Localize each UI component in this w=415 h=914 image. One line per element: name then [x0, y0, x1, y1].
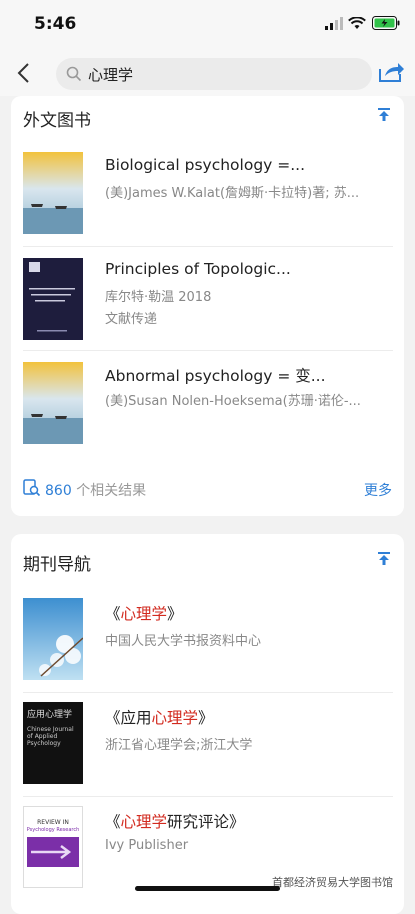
book-access: 文献传递 — [105, 312, 158, 327]
book-title: Principles of Topologic... — [105, 260, 291, 278]
journal-publisher: 中国人民大学书报资料中心 — [105, 634, 262, 649]
book-cover — [23, 362, 83, 444]
journal-item[interactable]: 《心理学》 中国人民大学书报资料中心 — [23, 588, 393, 693]
foreign-books-card: 外文图书 Biological psychology =... (美)James… — [11, 96, 404, 516]
result-count: 860 个相关结果 — [45, 480, 146, 500]
share-icon[interactable] — [377, 60, 405, 84]
arrow-pattern-icon — [31, 845, 72, 859]
section-title: 期刊导航 — [23, 555, 91, 575]
scroll-top-icon[interactable] — [378, 552, 390, 566]
journal-item[interactable]: 应用心理学 Chinese Journal of Applied Psychol… — [23, 692, 393, 797]
result-count-suffix: 个相关结果 — [76, 483, 147, 499]
result-count-number: 860 — [45, 483, 72, 499]
journal-cover: REVIEW IN Psychology Research — [23, 806, 83, 888]
book-item[interactable]: Biological psychology =... (美)James W.Ka… — [23, 142, 393, 247]
journal-title: 《心理学研究评论》 — [105, 813, 245, 831]
book-cover — [23, 152, 83, 234]
journal-cover-subtitle: Chinese Journal of Applied Psychology — [27, 726, 74, 747]
journal-cover — [23, 598, 83, 680]
status-time: 5:46 — [34, 14, 77, 34]
journal-cover-title: 应用心理学 — [27, 710, 73, 720]
book-cover — [23, 258, 83, 340]
book-title: Biological psychology =... — [105, 156, 306, 174]
book-author: (美)James W.Kalat(詹姆斯·卡拉特)著; 苏... — [105, 186, 360, 201]
search-icon — [66, 66, 82, 82]
wifi-icon — [348, 17, 366, 29]
home-indicator[interactable] — [135, 886, 280, 891]
journal-cover: 应用心理学 Chinese Journal of Applied Psychol… — [23, 702, 83, 784]
more-link[interactable]: 更多 — [364, 480, 392, 500]
book-title: Abnormal psychology = 变... — [105, 367, 326, 385]
journal-publisher: 浙江省心理学会;浙江大学 — [105, 738, 253, 753]
results-icon — [23, 479, 41, 497]
book-author: (美)Susan Nolen-Hoeksema(苏珊·诺伦-... — [105, 394, 361, 409]
signal-icon — [325, 17, 343, 30]
back-arrow-icon[interactable] — [12, 60, 36, 86]
search-query: 心理学 — [88, 66, 134, 84]
journal-title: 《应用心理学》 — [105, 709, 214, 727]
status-bar: 5:46 — [0, 0, 415, 50]
journal-publisher: Ivy Publisher — [105, 838, 189, 853]
nav-bar: 心理学 — [0, 50, 415, 96]
battery-icon — [372, 16, 400, 30]
watermark: 首都经济贸易大学图书馆 — [272, 876, 393, 889]
scroll-top-icon[interactable] — [378, 108, 390, 122]
search-input[interactable]: 心理学 — [56, 58, 372, 90]
book-author: 库尔特·勒温 2018 — [105, 290, 212, 305]
journal-title: 《心理学》 — [105, 605, 183, 623]
journal-nav-card: 期刊导航 《心理学》 中国人民大学书报资料中心 应用心理学 Chinese Jo… — [11, 534, 404, 914]
journal-cover-subtitle: Psychology Research — [26, 827, 80, 833]
journal-cover-band: REVIEW IN — [37, 819, 69, 826]
book-item[interactable]: Abnormal psychology = 变... (美)Susan Nole… — [23, 350, 393, 454]
section-title: 外文图书 — [23, 111, 91, 131]
book-item[interactable]: Principles of Topologic... 库尔特·勒温 2018 文… — [23, 246, 393, 351]
